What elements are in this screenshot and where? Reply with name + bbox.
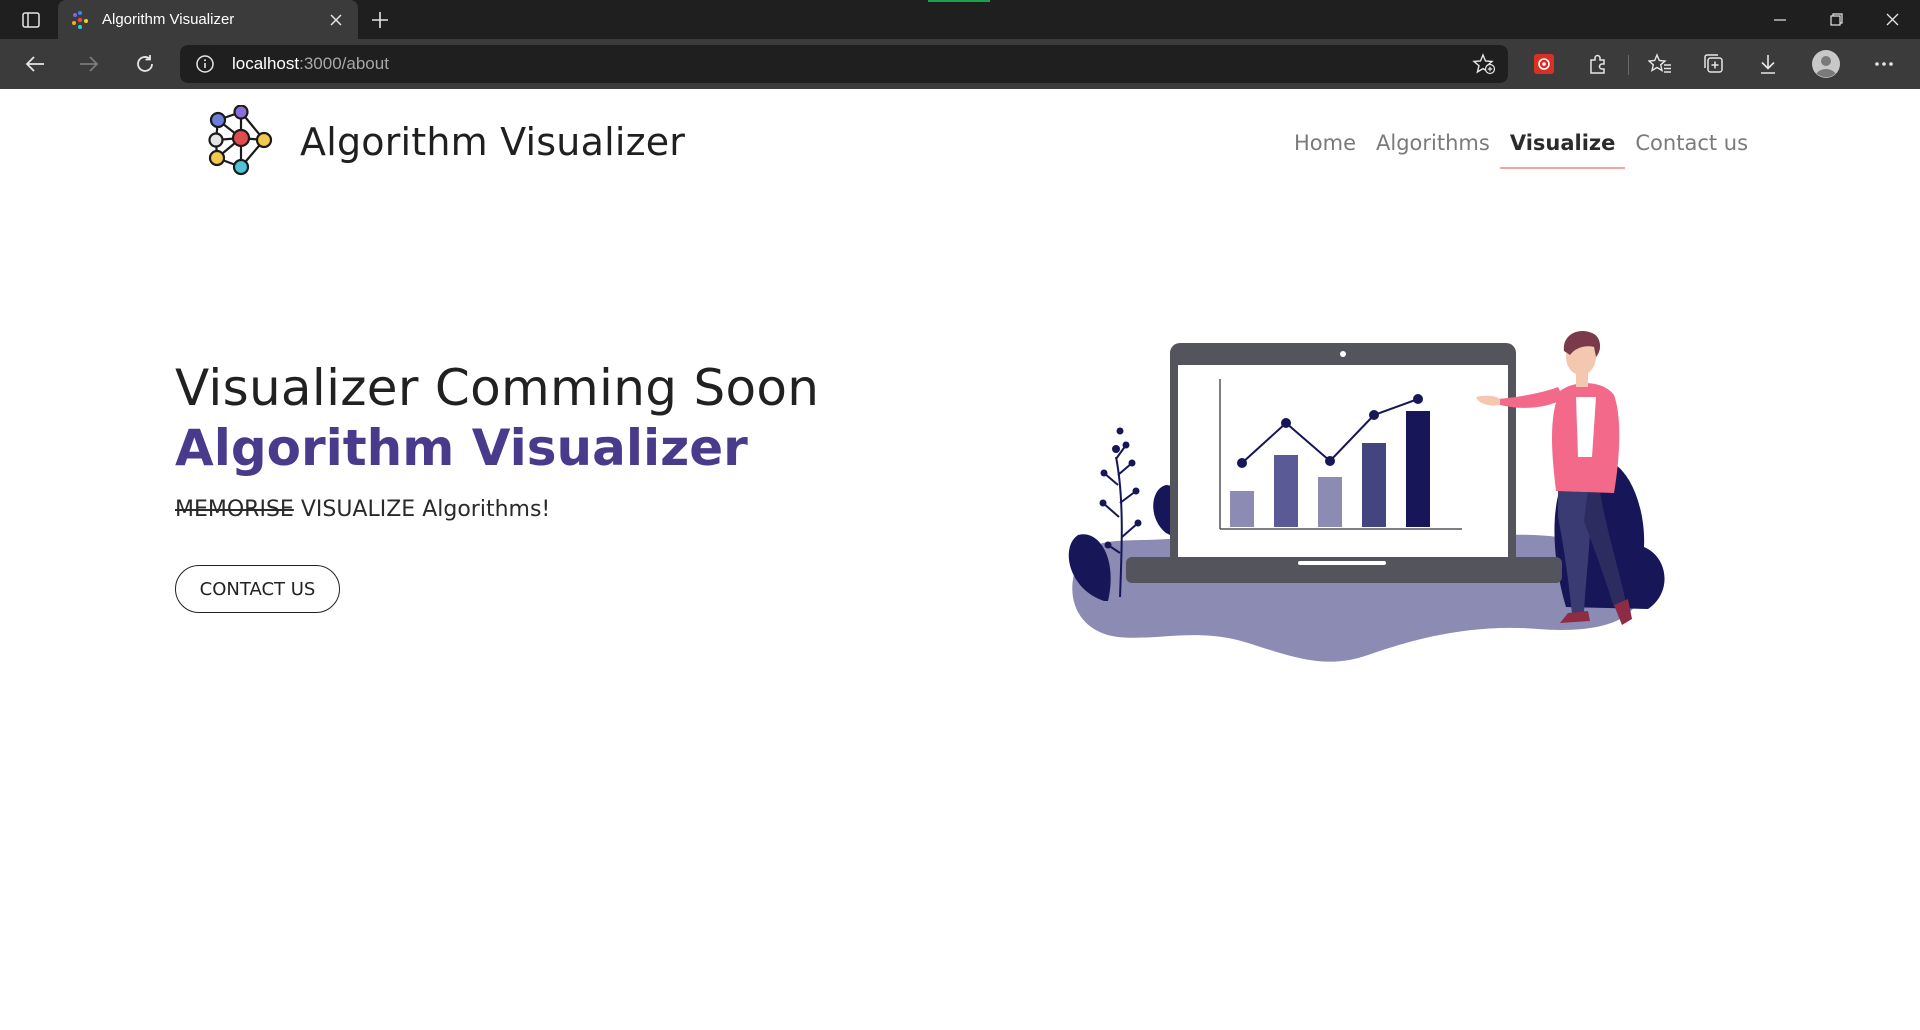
nav-algorithms[interactable]: Algorithms xyxy=(1366,127,1500,169)
minimize-icon[interactable] xyxy=(1752,0,1808,39)
window-controls xyxy=(1752,0,1920,39)
brand[interactable]: Algorithm Visualizer xyxy=(204,105,685,179)
nav-visualize[interactable]: Visualize xyxy=(1499,127,1626,169)
contact-us-button[interactable]: CONTACT US xyxy=(175,565,340,613)
browser-toolbar: localhost:3000/about xyxy=(0,39,1920,89)
new-tab-icon[interactable] xyxy=(366,8,394,32)
person-neck xyxy=(1576,373,1588,387)
browser-tab[interactable]: Algorithm Visualizer xyxy=(58,0,358,39)
laptop-base xyxy=(1126,557,1562,583)
collections-icon[interactable] xyxy=(1698,50,1730,78)
site-info-icon[interactable] xyxy=(194,53,216,75)
profile-avatar-icon[interactable] xyxy=(1810,50,1842,78)
toolbar-separator xyxy=(1628,55,1629,75)
more-menu-icon[interactable] xyxy=(1868,50,1900,78)
chart-bar-2 xyxy=(1274,455,1298,527)
browser-titlebar: Algorithm Visualizer xyxy=(0,0,1920,39)
chart-bar-5 xyxy=(1406,411,1430,527)
chart-bar-3 xyxy=(1318,477,1342,527)
page-content: Algorithm Visualizer Home Algorithms Vis… xyxy=(0,89,1920,1030)
refresh-icon[interactable] xyxy=(128,49,162,79)
tab-title: Algorithm Visualizer xyxy=(102,11,235,28)
tab-favicon-icon xyxy=(72,10,88,29)
titlebar-accent xyxy=(928,0,990,2)
tagline-struck-word: MEMORISE xyxy=(175,497,294,522)
tab-close-icon[interactable] xyxy=(326,10,346,30)
chart-bar-1 xyxy=(1230,491,1254,527)
url-path: :3000/about xyxy=(299,54,389,73)
extensions-puzzle-icon[interactable] xyxy=(1582,50,1614,78)
downloads-icon[interactable] xyxy=(1752,50,1784,78)
main-nav: Home Algorithms Visualize Contact us xyxy=(1284,127,1758,169)
nav-contact[interactable]: Contact us xyxy=(1625,127,1758,169)
hero-title: Visualizer Comming Soon xyxy=(175,359,820,417)
close-window-icon[interactable] xyxy=(1864,0,1920,39)
restore-icon[interactable] xyxy=(1808,0,1864,39)
tab-actions-icon[interactable] xyxy=(14,8,48,32)
tagline: MEMORISE VISUALIZE Algorithms! xyxy=(175,497,550,522)
brand-name: Algorithm Visualizer xyxy=(300,120,686,164)
chart-bar-4 xyxy=(1362,443,1386,527)
laptop-camera xyxy=(1340,351,1346,357)
nav-home[interactable]: Home xyxy=(1284,127,1366,169)
favorites-icon[interactable] xyxy=(1644,50,1676,78)
laptop-notch xyxy=(1298,561,1386,565)
hero-illustration xyxy=(1068,331,1665,662)
extension-red-icon[interactable] xyxy=(1528,50,1560,78)
hero-subtitle: Algorithm Visualizer xyxy=(175,419,748,477)
laptop-screen xyxy=(1178,365,1508,561)
address-bar[interactable]: localhost:3000/about xyxy=(180,45,1508,83)
back-arrow-icon[interactable] xyxy=(18,49,52,79)
forward-arrow-icon[interactable] xyxy=(72,49,106,79)
tagline-text: VISUALIZE Algorithms! xyxy=(300,497,551,522)
url-host: localhost xyxy=(232,54,300,73)
add-favorite-icon[interactable] xyxy=(1472,53,1496,75)
brand-logo-icon xyxy=(208,105,273,176)
